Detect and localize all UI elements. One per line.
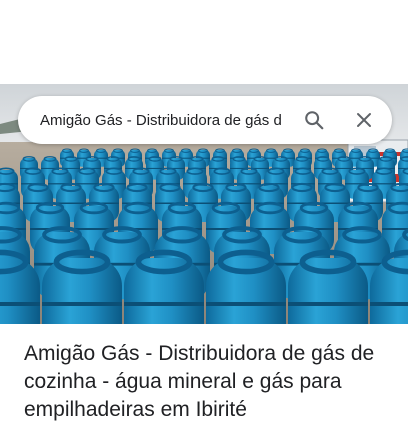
search-button[interactable] xyxy=(294,100,334,140)
gas-cylinder xyxy=(42,249,122,324)
gas-cylinder xyxy=(206,249,286,324)
top-blank-area xyxy=(0,0,408,84)
gas-cylinder xyxy=(288,249,368,324)
place-title: Amigão Gás - Distribuidora de gás de coz… xyxy=(24,342,375,421)
clear-search-button[interactable] xyxy=(344,100,384,140)
gas-cylinder xyxy=(124,249,204,324)
search-bar[interactable]: Amigão Gás - Distribuidora de gás d xyxy=(18,96,392,144)
close-icon xyxy=(357,113,371,127)
search-input[interactable]: Amigão Gás - Distribuidora de gás d xyxy=(40,112,286,129)
search-icon xyxy=(305,111,324,130)
